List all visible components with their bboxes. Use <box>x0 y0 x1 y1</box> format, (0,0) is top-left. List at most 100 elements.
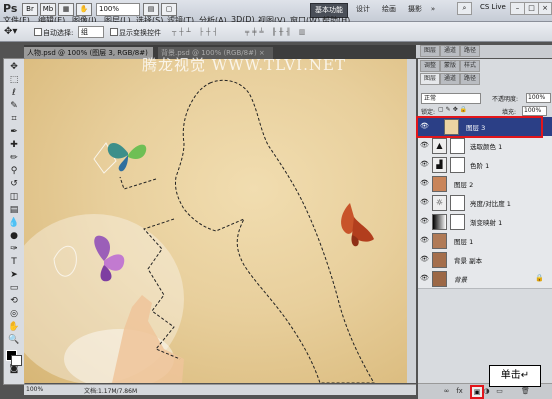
opacity-input[interactable]: 100% <box>526 93 551 103</box>
layers-panel: 调整 蒙版 样式 图层 通道 路径 正常 不透明度: 100% 锁定: ▢✎✥🔒… <box>418 59 552 398</box>
delete-layer-icon[interactable]: 🗑 <box>521 386 530 396</box>
hand-tool-icon[interactable]: ✋ <box>7 322 21 333</box>
link-layers-icon[interactable]: ∞ <box>442 386 451 396</box>
blend-mode-select[interactable]: 正常 <box>421 93 481 104</box>
tab-layers-top[interactable]: 图层 <box>420 45 441 57</box>
type-tool-icon[interactable]: T <box>7 257 21 268</box>
layer-name: 渐变映射 1 <box>470 219 503 227</box>
eye-icon[interactable]: 👁 <box>420 235 429 245</box>
eye-icon[interactable]: 👁 <box>420 178 429 188</box>
watermark-text: 腾龙视觉 WWW.TLVI.NET <box>142 56 346 74</box>
auto-select-label: 自动选择: <box>43 29 74 37</box>
layer-row[interactable]: 👁 ▟ 色阶 1 <box>418 155 552 175</box>
layer-row[interactable]: 👁 ☼ 亮度/对比度 1 <box>418 193 552 213</box>
canvas-vertical-scrollbar[interactable] <box>407 59 416 383</box>
eye-icon[interactable]: 👁 <box>420 197 429 207</box>
tab-paths[interactable]: 路径 <box>460 73 481 85</box>
blur-tool-icon[interactable]: 💧 <box>7 218 21 229</box>
layer-row[interactable]: 👁 ▲ 选取颜色 1 <box>418 136 552 156</box>
layer-row[interactable]: 👁 图层 2 <box>418 174 552 194</box>
layer-name: 选取颜色 1 <box>470 143 503 151</box>
green-butterfly <box>107 142 147 172</box>
auto-select-target-select[interactable]: 组 <box>78 26 104 38</box>
layer-name: 亮度/对比度 1 <box>470 200 511 208</box>
distribute-icons[interactable]: ╤╪╧ ╟╫╢ ▥ <box>245 28 308 36</box>
tab-adjustments[interactable]: 调整 <box>420 60 441 72</box>
eye-icon[interactable]: 👁 <box>420 216 429 226</box>
search-icon[interactable]: ⌕ <box>457 2 472 15</box>
eye-icon[interactable]: 👁 <box>420 273 429 283</box>
new-group-icon[interactable]: ▭ <box>495 386 504 396</box>
close-icon[interactable]: × <box>538 2 552 15</box>
quick-select-tool-icon[interactable]: ✎ <box>7 101 21 112</box>
history-brush-tool-icon[interactable]: ↺ <box>7 179 21 190</box>
eraser-tool-icon[interactable]: ◫ <box>7 192 21 203</box>
opacity-label: 不透明度: <box>492 96 519 103</box>
workspace-more-icon[interactable]: » <box>428 3 438 16</box>
photoshop-logo: Ps <box>3 2 18 15</box>
cs-live-button[interactable]: CS Live <box>480 3 506 11</box>
tab-masks[interactable]: 蒙版 <box>440 60 461 72</box>
eye-icon[interactable]: 👁 <box>420 159 429 169</box>
layer-thumbnail <box>432 252 447 268</box>
layer-thumbnail <box>432 176 447 192</box>
options-bar: ✥▾ 自动选择: 组 显示变换控件 ┬┼┴ ├┼┤ ╤╪╧ ╟╫╢ ▥ <box>0 22 552 42</box>
layer-row[interactable]: 👁 渐变映射 1 <box>418 212 552 232</box>
tab-styles[interactable]: 样式 <box>460 60 481 72</box>
show-transform-checkbox[interactable] <box>110 28 118 36</box>
tab-paths-top[interactable]: 路径 <box>460 45 481 57</box>
gradient-tool-icon[interactable]: ▤ <box>7 205 21 216</box>
clone-stamp-tool-icon[interactable]: ⚲ <box>7 166 21 177</box>
tab-channels-top[interactable]: 通道 <box>440 45 461 57</box>
canvas-artwork <box>24 79 375 383</box>
workspace-paint-button[interactable]: 绘画 <box>378 3 400 16</box>
crop-tool-icon[interactable]: ⌗ <box>7 114 21 125</box>
3d-orbit-tool-icon[interactable]: ◎ <box>7 309 21 320</box>
minimize-icon[interactable]: – <box>510 2 525 15</box>
background-color-swatch[interactable] <box>11 355 22 366</box>
eye-icon[interactable]: 👁 <box>420 140 429 150</box>
zoom-tool-icon[interactable]: 🔍 <box>7 335 21 346</box>
tab-layers[interactable]: 图层 <box>420 73 441 85</box>
layer-mask-thumbnail <box>450 157 465 173</box>
workspace-photo-button[interactable]: 摄影 <box>404 3 426 16</box>
3d-rotate-tool-icon[interactable]: ⟲ <box>7 296 21 307</box>
status-zoom[interactable]: 100% <box>26 386 43 393</box>
tab-channels[interactable]: 通道 <box>440 73 461 85</box>
path-select-tool-icon[interactable]: ➤ <box>7 270 21 281</box>
status-bar: 100% 文档:1.17M/7.86M <box>24 384 416 395</box>
layer-row[interactable]: 👁 背景 副本 <box>418 250 552 270</box>
move-tool-icon[interactable]: ✥ <box>7 62 21 73</box>
workspace-design-button[interactable]: 设计 <box>352 3 374 16</box>
tab-person-psd[interactable]: 人物.psd @ 100% (图层 3, RGB/8#) * <box>24 47 153 69</box>
shape-tool-icon[interactable]: ▭ <box>7 283 21 294</box>
fill-label: 填充: <box>502 109 517 116</box>
healing-tool-icon[interactable]: ✚ <box>7 140 21 151</box>
layer-row[interactable]: 👁 图层 1 <box>418 231 552 251</box>
eye-icon[interactable]: 👁 <box>420 254 429 264</box>
auto-select-checkbox[interactable] <box>34 28 42 36</box>
dodge-tool-icon[interactable]: ● <box>7 231 21 242</box>
layer-style-icon[interactable]: fx <box>455 386 464 396</box>
pen-tool-icon[interactable]: ✑ <box>7 244 21 255</box>
layer-mask-thumbnail <box>450 195 465 211</box>
layer-name: 图层 1 <box>454 238 474 246</box>
document-canvas[interactable] <box>24 59 408 383</box>
align-icons[interactable]: ┬┼┴ ├┼┤ <box>172 28 221 36</box>
gradient-map-icon <box>432 214 447 230</box>
brush-tool-icon[interactable]: ✏ <box>7 153 21 164</box>
maximize-icon[interactable]: □ <box>524 2 539 15</box>
marquee-tool-icon[interactable]: ⬚ <box>7 75 21 86</box>
lock-icons[interactable]: ▢✎✥🔒 <box>438 106 469 113</box>
eyedropper-tool-icon[interactable]: ✒ <box>7 127 21 138</box>
add-layer-mask-button[interactable]: ▣ <box>470 385 484 399</box>
lasso-tool-icon[interactable]: ℓ <box>7 88 21 99</box>
click-callout: 单击↵ <box>489 365 541 387</box>
move-tool-preset-icon[interactable]: ✥▾ <box>4 26 17 37</box>
fill-input[interactable]: 100% <box>522 106 547 116</box>
layer-name: 背景 副本 <box>454 257 483 265</box>
levels-icon: ▟ <box>432 157 447 173</box>
status-doc-size: 文档:1.17M/7.86M <box>84 388 138 395</box>
layer-name: 图层 2 <box>454 181 474 189</box>
layer-row[interactable]: 👁 背景 🔒 <box>418 269 552 289</box>
